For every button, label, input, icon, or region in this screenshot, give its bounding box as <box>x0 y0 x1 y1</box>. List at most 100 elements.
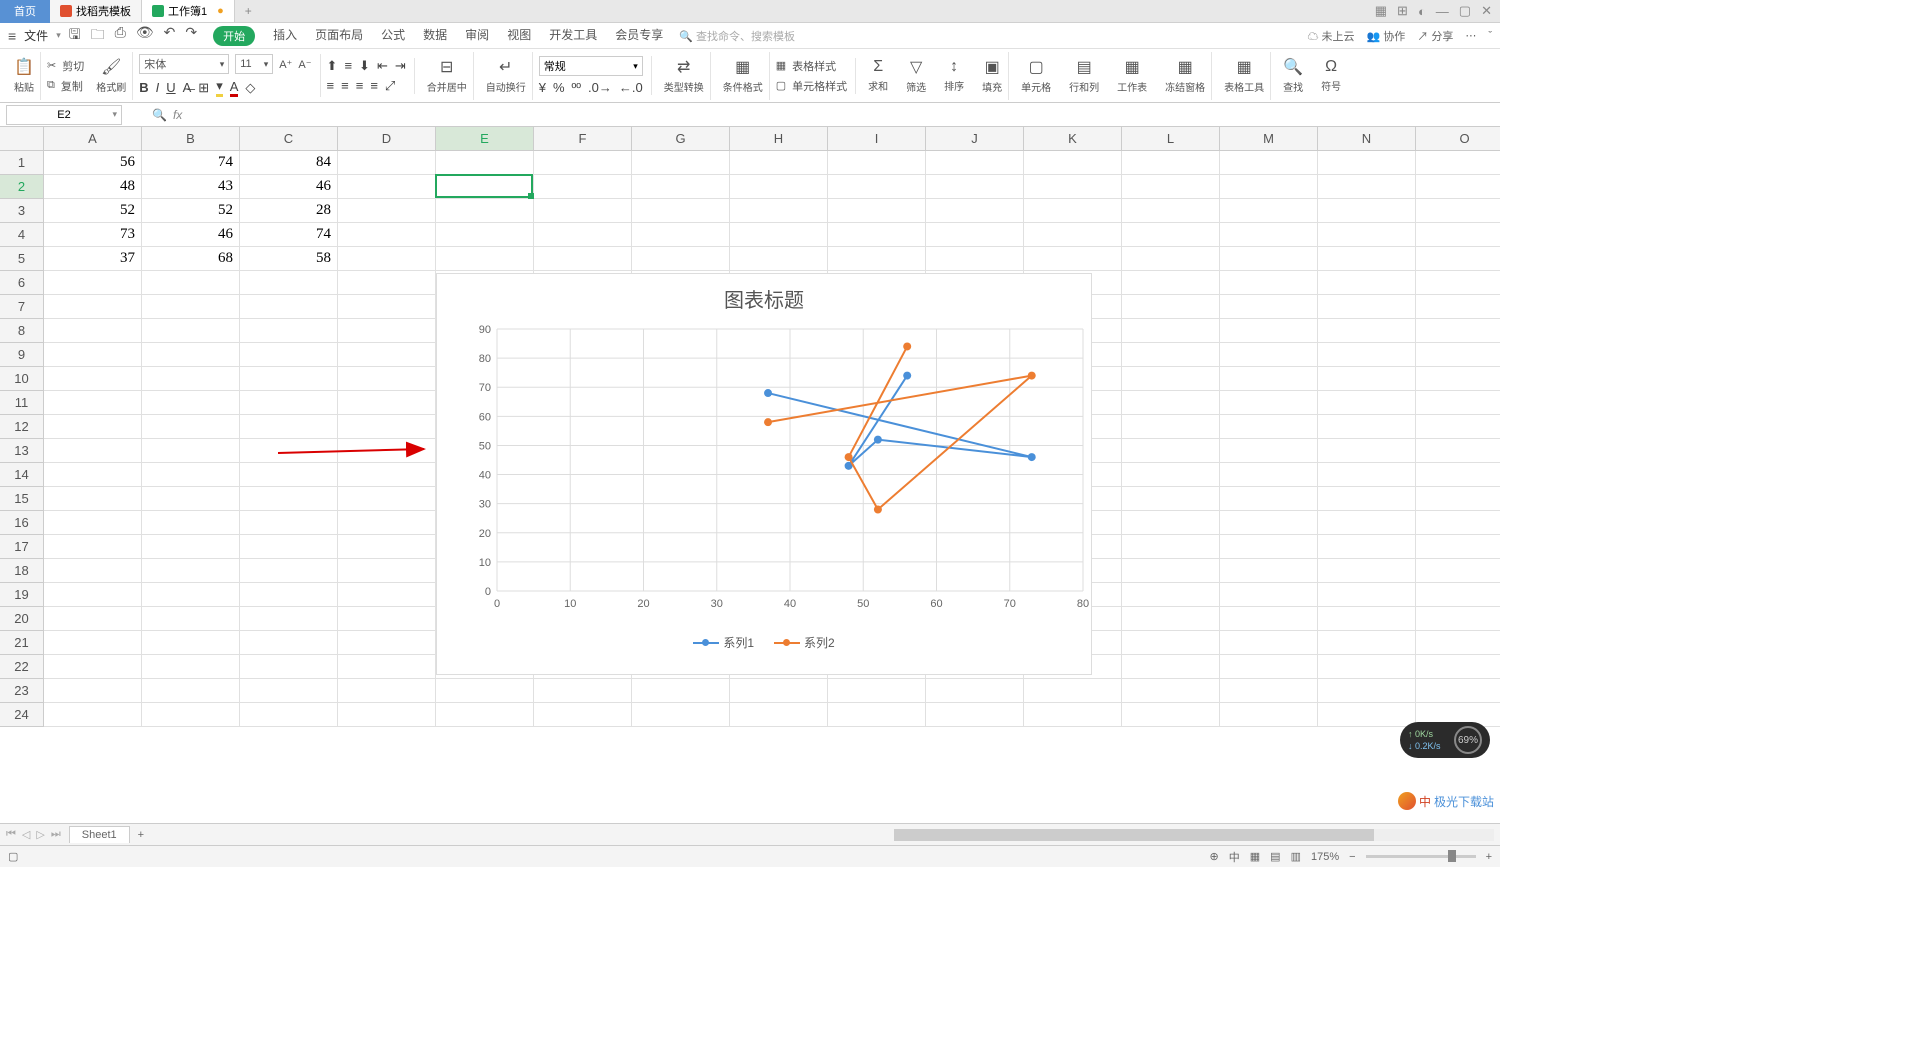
ribbon-tab-member[interactable]: 会员专享 <box>615 26 663 46</box>
cell[interactable] <box>44 439 142 463</box>
cell[interactable] <box>1024 199 1122 223</box>
cell[interactable] <box>142 439 240 463</box>
cell[interactable] <box>1220 703 1318 727</box>
freeze-button[interactable]: ▦冻结窗格 <box>1159 52 1212 100</box>
cell[interactable] <box>828 679 926 703</box>
cell[interactable] <box>142 655 240 679</box>
share-button[interactable]: ↗ 分享 <box>1417 28 1453 44</box>
percent-icon[interactable]: % <box>553 80 565 95</box>
increase-font-icon[interactable]: A⁺ <box>279 58 292 71</box>
cell[interactable] <box>1220 415 1318 439</box>
cell[interactable] <box>142 559 240 583</box>
tab-workbook[interactable]: 工作簿1 ● <box>142 0 235 22</box>
cell[interactable] <box>240 367 338 391</box>
cell[interactable] <box>338 415 436 439</box>
cell[interactable] <box>1220 175 1318 199</box>
spreadsheet-grid[interactable]: ABCDEFGHIJKLMNO 123456789101112131415161… <box>0 127 1500 823</box>
find-button[interactable]: 🔍查找 <box>1277 52 1309 100</box>
cell[interactable] <box>1220 535 1318 559</box>
cell[interactable] <box>1220 439 1318 463</box>
row-header-19[interactable]: 19 <box>0 583 44 607</box>
cell[interactable] <box>1220 295 1318 319</box>
cell[interactable] <box>338 151 436 175</box>
zoom-out-icon[interactable]: − <box>1349 851 1355 863</box>
cell[interactable] <box>1416 439 1500 463</box>
cell[interactable] <box>44 295 142 319</box>
indent-dec-icon[interactable]: ⇤ <box>377 58 388 74</box>
cell[interactable] <box>338 655 436 679</box>
cell[interactable] <box>436 679 534 703</box>
maximize-icon[interactable]: ▢ <box>1459 3 1471 19</box>
cell[interactable] <box>730 247 828 271</box>
cell[interactable] <box>1318 223 1416 247</box>
cell[interactable] <box>1024 679 1122 703</box>
row-header-21[interactable]: 21 <box>0 631 44 655</box>
cell[interactable] <box>1318 343 1416 367</box>
cell[interactable] <box>142 415 240 439</box>
col-header-B[interactable]: B <box>142 127 240 151</box>
strike-icon[interactable]: A̶ <box>183 80 192 95</box>
orientation-icon[interactable]: ⤢ <box>385 78 395 94</box>
cell[interactable]: 46 <box>240 175 338 199</box>
close-icon[interactable]: ✕ <box>1481 3 1492 19</box>
cell[interactable]: 28 <box>240 199 338 223</box>
font-size-select[interactable]: 11▾ <box>235 54 273 74</box>
italic-icon[interactable]: I <box>156 80 160 95</box>
col-header-J[interactable]: J <box>926 127 1024 151</box>
cell[interactable] <box>1122 247 1220 271</box>
align-mid-icon[interactable]: ≡ <box>344 58 352 73</box>
file-menu[interactable]: 文件 <box>18 27 54 44</box>
zoom-value[interactable]: 175% <box>1311 851 1339 863</box>
row-header-11[interactable]: 11 <box>0 391 44 415</box>
ribbon-tab-insert[interactable]: 插入 <box>273 26 297 46</box>
cell[interactable] <box>1416 679 1500 703</box>
row-header-12[interactable]: 12 <box>0 415 44 439</box>
ribbon-tab-formula[interactable]: 公式 <box>381 26 405 46</box>
table-tool-button[interactable]: ▦表格工具 <box>1218 52 1271 100</box>
cell[interactable] <box>1122 631 1220 655</box>
cell[interactable] <box>44 367 142 391</box>
cell[interactable]: 58 <box>240 247 338 271</box>
cell[interactable] <box>338 607 436 631</box>
cell[interactable] <box>730 703 828 727</box>
cell[interactable] <box>142 343 240 367</box>
zoom-slider[interactable] <box>1366 855 1476 858</box>
col-header-K[interactable]: K <box>1024 127 1122 151</box>
row-header-18[interactable]: 18 <box>0 559 44 583</box>
fx-label[interactable]: fx <box>173 108 182 122</box>
cell[interactable] <box>338 199 436 223</box>
cell[interactable] <box>338 247 436 271</box>
ribbon-tab-data[interactable]: 数据 <box>423 26 447 46</box>
cell[interactable] <box>1416 175 1500 199</box>
cell[interactable] <box>338 463 436 487</box>
cell[interactable] <box>926 703 1024 727</box>
cell[interactable] <box>1318 391 1416 415</box>
row-header-17[interactable]: 17 <box>0 535 44 559</box>
cell[interactable] <box>436 247 534 271</box>
cell[interactable] <box>142 463 240 487</box>
currency-icon[interactable]: ¥ <box>539 80 546 95</box>
cell[interactable] <box>1416 487 1500 511</box>
cell-button[interactable]: ▢单元格 <box>1015 52 1057 100</box>
cell[interactable] <box>534 151 632 175</box>
cell[interactable] <box>1416 271 1500 295</box>
horizontal-scrollbar[interactable] <box>894 829 1494 841</box>
cell[interactable] <box>1416 631 1500 655</box>
cell[interactable]: 52 <box>142 199 240 223</box>
indent-inc-icon[interactable]: ⇥ <box>395 58 406 74</box>
row-header-4[interactable]: 4 <box>0 223 44 247</box>
cell[interactable] <box>1122 343 1220 367</box>
cell[interactable]: 84 <box>240 151 338 175</box>
cell[interactable] <box>240 607 338 631</box>
cell[interactable] <box>1416 199 1500 223</box>
align-right-icon[interactable]: ≡ <box>356 78 364 93</box>
cell[interactable] <box>1122 535 1220 559</box>
cell[interactable] <box>1220 151 1318 175</box>
cell[interactable] <box>926 679 1024 703</box>
cell[interactable] <box>632 151 730 175</box>
cell[interactable] <box>1122 583 1220 607</box>
cell[interactable] <box>338 559 436 583</box>
cell[interactable] <box>1220 607 1318 631</box>
cell[interactable] <box>1416 367 1500 391</box>
sheet-button[interactable]: ▦工作表 <box>1111 52 1153 100</box>
